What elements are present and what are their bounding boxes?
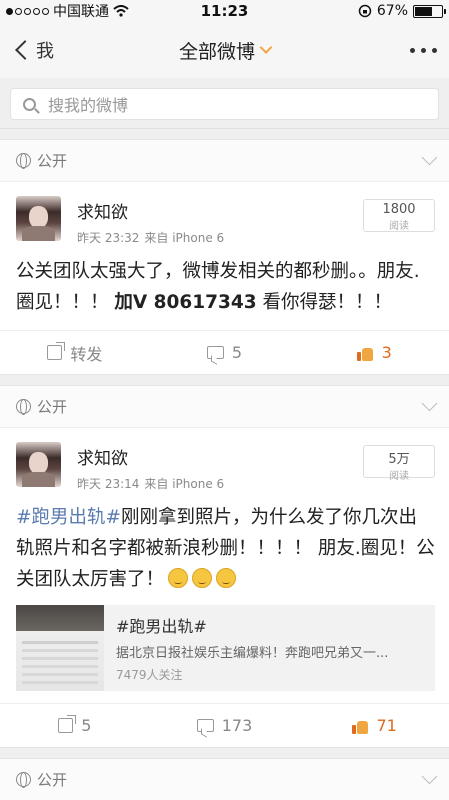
author-info: 求知欲 昨天 23:14 来自 iPhone 6 (77, 442, 224, 492)
globe-icon (16, 153, 31, 169)
nav-bar: 我 全部微博 (0, 22, 449, 78)
comment-icon (196, 719, 214, 732)
visibility-text: 公开 (37, 771, 68, 789)
topic-title: #跑男出轨# (116, 617, 207, 636)
post-header: 公开 (0, 386, 449, 428)
repost-button[interactable]: 5 (0, 715, 150, 735)
post-text: #跑男出轨#刚刚拿到照片，为什么发了你几次出轨照片和名字都被新浪秒删！！！！ 朋… (0, 492, 449, 595)
visibility-text: 公开 (37, 152, 68, 170)
read-count: 1800 (382, 202, 416, 217)
read-label: 阅读 (389, 471, 409, 482)
like-button[interactable]: 3 (299, 343, 449, 362)
post-header: 公开 (0, 140, 449, 182)
topic-tag-link[interactable]: #跑男出轨# (16, 507, 121, 528)
visibility-label: 公开 (16, 150, 67, 171)
back-chevron-icon (15, 40, 35, 60)
post-time: 昨天 23:14 (77, 477, 140, 491)
emoji-icon (216, 568, 237, 588)
search-input[interactable]: 搜我的微博 (10, 88, 439, 120)
carrier-name: 中国联通 (53, 4, 109, 20)
post-menu-chevron-icon[interactable] (421, 395, 438, 412)
more-dot-icon (410, 47, 415, 53)
post-actions: 转发 5 3 (0, 330, 449, 374)
read-count: 5万 (388, 452, 410, 467)
comment-icon (206, 346, 224, 359)
read-count-badge: 1800 阅读 (363, 199, 435, 232)
avatar[interactable] (16, 442, 61, 487)
read-count-badge: 5万 阅读 (363, 445, 435, 482)
thumbs-up-icon (356, 345, 374, 361)
author-name[interactable]: 求知欲 (77, 444, 224, 469)
repost-count: 5 (81, 716, 92, 735)
post-author-row: 求知欲 昨天 23:14 来自 iPhone 6 5万 阅读 (0, 428, 449, 492)
comment-count: 173 (221, 716, 253, 735)
repost-label: 转发 (70, 344, 103, 364)
repost-button[interactable]: 转发 (0, 341, 150, 365)
search-bar: 搜我的微博 (0, 78, 449, 129)
like-count: 3 (381, 343, 392, 362)
back-button[interactable]: 我 (12, 37, 54, 63)
like-count: 71 (376, 716, 397, 735)
post-header: 公开 (0, 759, 449, 800)
globe-icon (16, 772, 31, 788)
topic-embed-card[interactable]: #跑男出轨# 据北京日报社娱乐主编爆料！奔跑吧兄弟又一... 7479人关注 (16, 605, 435, 691)
topic-description: 据北京日报社娱乐主编爆料！奔跑吧兄弟又一... (116, 646, 389, 661)
status-bar: 中国联通 11:23 67% (0, 0, 449, 22)
globe-icon (16, 399, 31, 415)
more-button[interactable] (410, 47, 437, 53)
post-author-row: 求知欲 昨天 23:32 来自 iPhone 6 1800 阅读 (0, 182, 449, 246)
search-icon (23, 97, 36, 111)
post-text-bold: 加V 80617343 (114, 292, 257, 313)
comment-count: 5 (231, 343, 243, 362)
chevron-down-icon (259, 40, 272, 54)
post-meta: 昨天 23:14 来自 iPhone 6 (77, 475, 224, 492)
repost-icon (58, 715, 77, 733)
status-right: 67% (358, 3, 446, 19)
emoji-icon (168, 568, 189, 588)
page-title: 全部微博 (178, 40, 256, 63)
author-name[interactable]: 求知欲 (77, 198, 224, 223)
like-button[interactable]: 71 (299, 716, 449, 735)
post-time: 昨天 23:32 (77, 231, 140, 245)
rotation-lock-icon (358, 4, 372, 18)
topic-embed-body: #跑男出轨# 据北京日报社娱乐主编爆料！奔跑吧兄弟又一... 7479人关注 (104, 605, 400, 691)
avatar[interactable] (16, 196, 61, 241)
visibility-label: 公开 (16, 769, 67, 790)
visibility-label: 公开 (16, 396, 67, 417)
post-source: 来自 iPhone 6 (144, 231, 225, 245)
post-menu-chevron-icon[interactable] (421, 149, 438, 166)
author-info: 求知欲 昨天 23:32 来自 iPhone 6 (77, 196, 224, 246)
post-menu-chevron-icon[interactable] (421, 768, 438, 785)
post-actions: 5 173 71 (0, 703, 449, 747)
battery-fill (415, 6, 433, 16)
weibo-post: 公开 求知欲 昨天 23:32 来自 iPhone 6 1800 阅读 公关团队… (0, 139, 449, 375)
emoji-icon (192, 568, 213, 588)
post-text: 公关团队太强大了，微博发相关的都秒删。。朋友.圈见！！！ 加V 80617343… (0, 246, 449, 318)
read-label: 阅读 (389, 221, 409, 232)
comment-button[interactable]: 5 (150, 343, 300, 362)
search-placeholder: 搜我的微博 (48, 96, 129, 115)
signal-dots-icon (6, 7, 49, 15)
comment-button[interactable]: 173 (150, 716, 300, 735)
topic-thumbnail (16, 605, 104, 691)
battery-icon (413, 4, 446, 18)
battery-percent: 67% (376, 3, 408, 19)
post-meta: 昨天 23:32 来自 iPhone 6 (77, 229, 224, 246)
thumbs-up-icon (351, 718, 369, 734)
weibo-post: 公开 求知欲 昨天 23:14 来自 iPhone 6 5万 阅读 #跑男出轨#… (0, 385, 449, 748)
post-source: 来自 iPhone 6 (144, 477, 225, 491)
post-text-tail: 看你得瑟！！！ (256, 292, 393, 313)
weibo-post: 公开 (0, 758, 449, 800)
status-time: 11:23 (200, 2, 249, 20)
page-title-dropdown[interactable]: 全部微博 (178, 37, 272, 64)
wifi-icon (113, 5, 129, 17)
visibility-text: 公开 (37, 398, 68, 416)
repost-icon (47, 342, 66, 360)
topic-followers: 7479人关注 (116, 668, 183, 682)
status-left: 中国联通 (6, 1, 129, 21)
back-label: 我 (36, 41, 54, 62)
